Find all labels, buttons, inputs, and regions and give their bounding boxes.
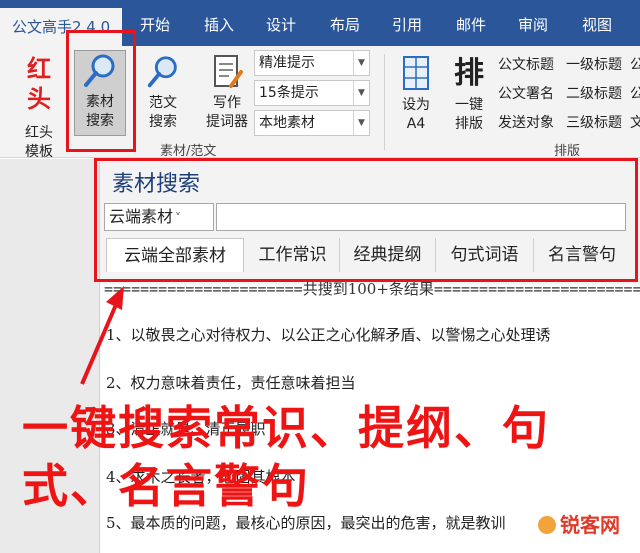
tab-review[interactable]: 审阅 (518, 0, 548, 46)
red-header-logo-icon: 红头 (27, 54, 51, 113)
red-header-template-button[interactable]: 红头 红头 模板 (16, 54, 62, 162)
tab-layout[interactable]: 布局 (330, 0, 360, 46)
layout-glyph-icon: 排 (454, 56, 484, 91)
prompt-count-dropdown[interactable]: 15条提示 ▼ (254, 80, 370, 106)
chevron-down-icon: ▼ (353, 81, 369, 105)
tab-mailings[interactable]: 邮件 (456, 0, 486, 46)
set-a4-button[interactable]: 设为 A4 (394, 54, 438, 134)
tab-sentence-phrases[interactable]: 句式词语 (436, 238, 534, 272)
pane-title: 素材搜索 (112, 172, 201, 197)
result-item[interactable]: 1、以敬畏之心对待权力、以公正之心化解矛盾、以警惕之心处理诱 (106, 324, 640, 345)
watermark-badge: 锐客网 (520, 508, 638, 542)
tab-cloud-all-material[interactable]: 云端全部素材 (106, 238, 244, 272)
menu-tab-bar: 公文高手2.4.0 开始 插入 设计 布局 引用 邮件 审阅 视图 (0, 0, 640, 46)
one-click-layout-button[interactable]: 排 一键 排版 (446, 54, 492, 134)
tab-view[interactable]: 视图 (582, 0, 612, 46)
tab-home[interactable]: 开始 (140, 0, 170, 46)
writing-prompter-button[interactable]: 写作 提词器 (200, 52, 254, 132)
style-level2-title[interactable]: 二级标题 (566, 83, 622, 103)
style-doc-signature[interactable]: 公文署名 (498, 83, 554, 103)
style-doc-title[interactable]: 公文标题 (498, 54, 554, 74)
search-input[interactable] (216, 203, 626, 231)
tab-design[interactable]: 设计 (266, 0, 296, 46)
tab-work-knowledge[interactable]: 工作常识 (246, 238, 340, 272)
ribbon: 红头 红头 模板 素材 搜索 范文 搜索 写作 提词器 精准提示 ▼ 15条提示… (0, 46, 640, 160)
document-pen-icon (200, 52, 254, 94)
result-count-line: ======================共搜到100+条结果========… (104, 280, 640, 298)
material-search-button[interactable]: 素材 搜索 (74, 50, 126, 136)
page-grid-icon (394, 54, 438, 96)
style-more-2[interactable]: 公 (630, 83, 640, 103)
style-more-1[interactable]: 公 (630, 54, 640, 74)
chevron-down-icon: ▼ (353, 51, 369, 75)
source-select[interactable]: 云端素材 ˅ (104, 203, 214, 231)
tab-gongwen-gaoshou[interactable]: 公文高手2.4.0 (0, 8, 123, 46)
annotation-caption-line1: 一键搜索常识、提纲、句 (22, 401, 550, 455)
group-label-layout: 排版 (554, 144, 581, 159)
watermark-logo-icon (538, 516, 556, 534)
tab-references[interactable]: 引用 (392, 0, 422, 46)
style-send-target[interactable]: 发送对象 (498, 112, 554, 132)
tab-famous-quotes[interactable]: 名言警句 (534, 238, 630, 272)
annotation-caption-line2: 式、名言警句 (22, 459, 310, 513)
magnifier-icon (140, 52, 186, 94)
chevron-down-icon: ˅ (175, 211, 182, 225)
material-source-dropdown[interactable]: 本地素材 ▼ (254, 110, 370, 136)
style-level1-title[interactable]: 一级标题 (566, 54, 622, 74)
style-more-3[interactable]: 文 (630, 112, 640, 132)
chevron-down-icon: ▼ (353, 111, 369, 135)
prompt-mode-dropdown[interactable]: 精准提示 ▼ (254, 50, 370, 76)
ribbon-divider (384, 54, 385, 150)
style-level3-title[interactable]: 三级标题 (566, 112, 622, 132)
fanwen-search-button[interactable]: 范文 搜索 (140, 52, 186, 132)
tab-insert[interactable]: 插入 (204, 0, 234, 46)
result-item[interactable]: 2、权力意味着责任，责任意味着担当 (106, 372, 640, 393)
group-label-material: 素材/范文 (160, 144, 217, 159)
magnifier-icon (75, 51, 125, 93)
tab-classic-outline[interactable]: 经典提纲 (340, 238, 436, 272)
